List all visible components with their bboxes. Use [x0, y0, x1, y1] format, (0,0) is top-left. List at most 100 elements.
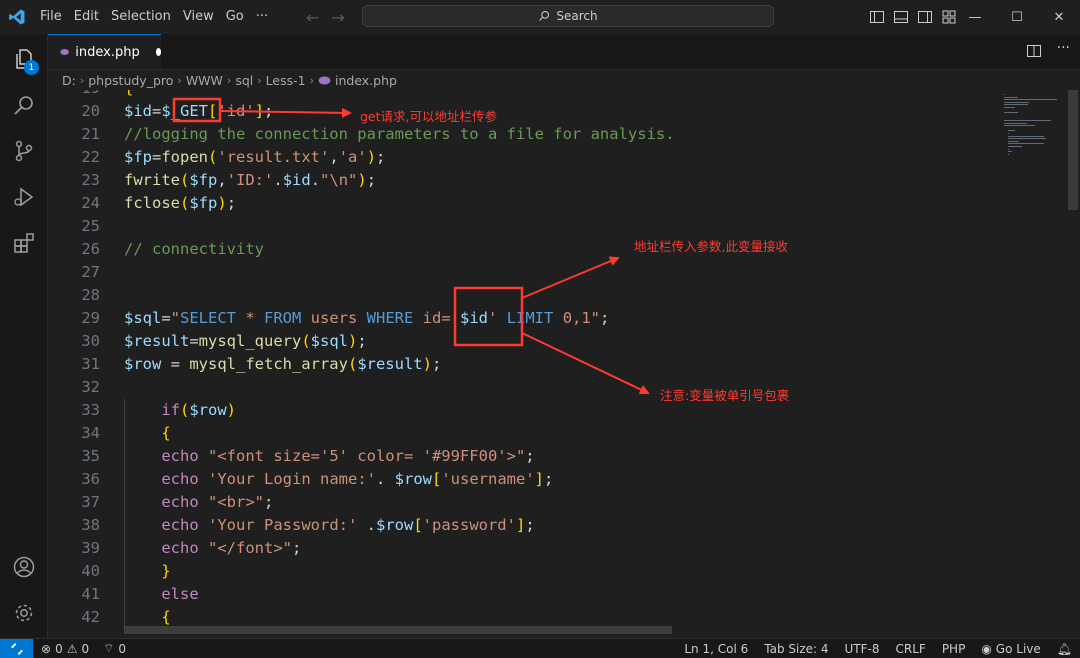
- minimap-line: [1008, 138, 1046, 140]
- code-line[interactable]: 37 echo "<br>";: [48, 491, 998, 514]
- code-line[interactable]: 39 echo "</font>";: [48, 537, 998, 560]
- minimize-icon[interactable]: —: [954, 0, 996, 34]
- code-line[interactable]: 29 $sql="SELECT * FROM users WHERE id='$i…: [48, 307, 998, 330]
- code-text: // connectivity: [124, 240, 264, 258]
- code-line[interactable]: 40 }: [48, 560, 998, 583]
- source-control-icon[interactable]: [0, 128, 47, 174]
- code-line[interactable]: 20 $id=$_GET['id'];: [48, 100, 998, 123]
- settings-gear-icon[interactable]: [0, 590, 47, 636]
- code-text: {: [161, 424, 171, 442]
- go-live-button[interactable]: ◉ Go Live: [981, 642, 1040, 656]
- minimap-line: [1004, 120, 1051, 121]
- code-editor[interactable]: 19 {20 $id=$_GET['id']; 21 //logging the con…: [48, 90, 998, 638]
- code-line[interactable]: 41 else: [48, 583, 998, 606]
- code-line[interactable]: 38 echo 'Your Password:' .$row['password…: [48, 514, 998, 537]
- toggle-panel-icon[interactable]: [892, 8, 910, 26]
- maximize-icon[interactable]: ☐: [996, 0, 1038, 34]
- code-line[interactable]: 24 fclose($fp);: [48, 192, 998, 215]
- chevron-right-icon: ›: [257, 73, 262, 87]
- search-view-icon[interactable]: [0, 82, 47, 128]
- activity-bar: 1: [0, 34, 48, 638]
- language-mode[interactable]: PHP: [942, 642, 966, 656]
- code-line[interactable]: 34 {: [48, 422, 998, 445]
- extensions-icon[interactable]: [0, 220, 47, 266]
- line-number: 42: [81, 608, 100, 626]
- menu-edit[interactable]: Edit: [68, 0, 105, 34]
- minimap-line: [1008, 133, 1009, 134]
- minimap-line: [1004, 104, 1029, 106]
- menu-more[interactable]: ···: [250, 0, 274, 34]
- code-line[interactable]: 21 //logging the connection parameters to…: [48, 123, 998, 146]
- line-number: 36: [81, 470, 100, 488]
- breadcrumb-drive[interactable]: D:: [62, 73, 76, 88]
- breadcrumb-www[interactable]: WWW: [186, 73, 223, 88]
- file-encoding[interactable]: UTF-8: [845, 642, 880, 656]
- end-of-line[interactable]: CRLF: [896, 642, 926, 656]
- vscode-logo-icon[interactable]: [0, 0, 34, 34]
- tab-size[interactable]: Tab Size: 4: [764, 642, 828, 656]
- unsaved-dot-icon[interactable]: [155, 48, 161, 56]
- code-line[interactable]: 19 {: [48, 90, 998, 100]
- command-center-search[interactable]: Search: [362, 5, 774, 27]
- minimap-line: [1004, 122, 1028, 124]
- code-line[interactable]: 31 $row = mysql_fetch_array($result);: [48, 353, 998, 376]
- code-line[interactable]: 30 $result=mysql_query($sql);: [48, 330, 998, 353]
- line-number: 28: [81, 286, 100, 304]
- explorer-badge: 1: [24, 60, 39, 75]
- ports-indicator[interactable]: ⌔ 0: [103, 641, 126, 656]
- code-line[interactable]: 35 echo "<font size='5' color= '#99FF00'…: [48, 445, 998, 468]
- search-icon: [539, 10, 550, 21]
- close-icon[interactable]: ✕: [1038, 0, 1080, 34]
- indent-guide: [124, 399, 125, 629]
- code-line[interactable]: 28: [48, 284, 998, 307]
- broadcast-icon: ◉: [981, 642, 992, 656]
- forward-arrow-icon[interactable]: →: [331, 8, 344, 27]
- code-text: echo "<br>";: [161, 493, 274, 511]
- remote-indicator-icon[interactable]: [0, 638, 33, 658]
- breadcrumb-file[interactable]: index.php: [335, 73, 397, 88]
- code-line[interactable]: 36 echo 'Your Login name:'. $row['userna…: [48, 468, 998, 491]
- breadcrumb-less1[interactable]: Less-1: [266, 73, 306, 88]
- horizontal-scrollbar[interactable]: [124, 626, 672, 634]
- explorer-icon[interactable]: 1: [0, 36, 47, 82]
- line-number: 32: [81, 378, 100, 396]
- code-line[interactable]: 27: [48, 261, 998, 284]
- menu-selection[interactable]: Selection: [105, 0, 177, 34]
- toggle-secondary-sidebar-icon[interactable]: [916, 8, 934, 26]
- line-number: 19: [48, 90, 100, 100]
- php-file-icon: [60, 49, 69, 55]
- line-number: 39: [81, 539, 100, 557]
- code-line[interactable]: 22 $fp=fopen('result.txt','a');: [48, 146, 998, 169]
- menu-view[interactable]: View: [177, 0, 220, 34]
- code-text: $sql="SELECT * FROM users WHERE id='$id'…: [124, 309, 610, 327]
- minimap[interactable]: [1000, 90, 1066, 638]
- more-actions-icon[interactable]: ···: [1057, 40, 1070, 56]
- line-number: 22: [81, 148, 100, 166]
- accounts-icon[interactable]: [0, 544, 47, 590]
- chevron-right-icon: ›: [177, 73, 182, 87]
- split-editor-icon[interactable]: [1026, 43, 1042, 63]
- tab-index-php[interactable]: index.php: [48, 34, 161, 69]
- cursor-position[interactable]: Ln 1, Col 6: [684, 642, 748, 656]
- vertical-scrollbar[interactable]: [1068, 90, 1078, 210]
- code-line[interactable]: 33 if($row): [48, 399, 998, 422]
- breadcrumb-sql[interactable]: sql: [235, 73, 253, 88]
- code-line[interactable]: 26 // connectivity: [48, 238, 998, 261]
- menu-go[interactable]: Go: [220, 0, 250, 34]
- notifications-bell-icon[interactable]: 🔔︎: [1057, 642, 1072, 656]
- annotation-single-quote: 注意:变量被单引号包裹: [660, 388, 790, 403]
- annotation-param-variable: 地址栏传入参数,此变量接收: [634, 239, 788, 254]
- toggle-primary-sidebar-icon[interactable]: [868, 8, 886, 26]
- code-line[interactable]: 32: [48, 376, 998, 399]
- warning-icon: ⚠: [66, 641, 78, 656]
- line-number: 41: [81, 585, 100, 603]
- warning-count: 0: [81, 641, 90, 656]
- code-line[interactable]: 23 fwrite($fp,'ID:'.$id."\n");: [48, 169, 998, 192]
- breadcrumb-phpstudy[interactable]: phpstudy_pro: [88, 73, 173, 88]
- problems-indicator[interactable]: ⊗ 0 ⚠ 0: [41, 642, 89, 656]
- back-arrow-icon[interactable]: ←: [306, 8, 319, 27]
- code-line[interactable]: 25: [48, 215, 998, 238]
- run-debug-icon[interactable]: [0, 174, 47, 220]
- menu-file[interactable]: File: [34, 0, 68, 34]
- annotation-get-request: get请求,可以地址栏传参: [360, 109, 497, 124]
